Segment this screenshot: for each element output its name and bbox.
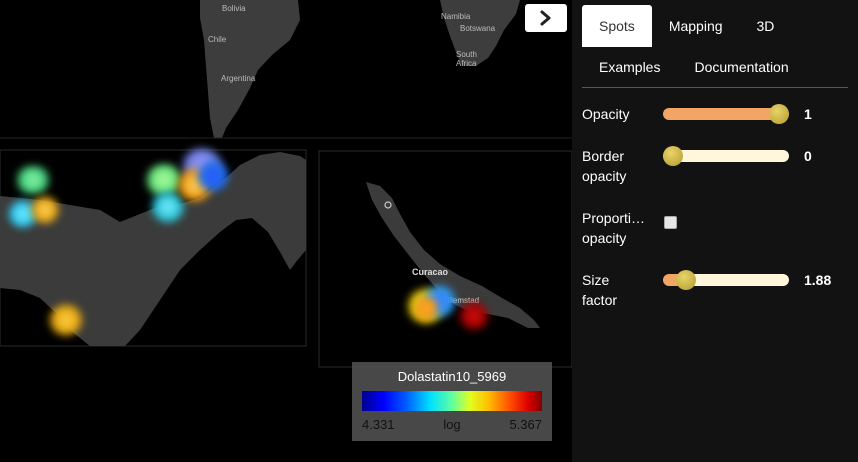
spot-marker[interactable] — [458, 302, 490, 330]
spot-marker[interactable] — [48, 304, 84, 336]
spot-marker[interactable] — [14, 166, 52, 194]
tab-examples[interactable]: Examples — [582, 47, 677, 87]
opacity-slider-thumb[interactable] — [769, 104, 789, 124]
size-factor-slider-thumb[interactable] — [675, 270, 696, 290]
tab-bar: Spots Mapping 3D — [582, 5, 791, 47]
legend-max: 5.367 — [509, 417, 542, 432]
chevron-right-icon — [540, 10, 551, 26]
size-factor-label: Size factor — [582, 270, 617, 310]
map-label-africa: Africa — [456, 59, 477, 68]
proportional-opacity-checkbox[interactable] — [664, 216, 677, 229]
map-viewport[interactable]: Bolivia Chile Argentina Namibia Botswana… — [0, 0, 572, 462]
map-label-namibia: Namibia — [441, 12, 471, 21]
border-opacity-slider[interactable] — [663, 146, 789, 166]
proportional-opacity-label: Proporti… opacity — [582, 208, 645, 248]
spot-marker[interactable] — [414, 296, 438, 320]
size-factor-label-line1: Size — [582, 272, 610, 288]
tab-mapping[interactable]: Mapping — [652, 5, 740, 47]
opacity-value: 1 — [804, 106, 812, 122]
border-opacity-label: Border opacity — [582, 146, 626, 186]
size-factor-value: 1.88 — [804, 272, 832, 288]
legend-title: Dolastatin10_5969 — [397, 369, 507, 384]
opacity-label: Opacity — [582, 106, 630, 122]
map-label-argentina: Argentina — [221, 74, 256, 83]
map-label-south: South — [456, 50, 477, 59]
tab-spots[interactable]: Spots — [582, 5, 652, 47]
tab-documentation[interactable]: Documentation — [677, 47, 805, 87]
opacity-slider[interactable] — [663, 104, 789, 124]
map-label-chile: Chile — [208, 35, 227, 44]
tab-3d[interactable]: 3D — [740, 5, 792, 47]
map-label-curacao: Curacao — [412, 267, 449, 277]
proportional-opacity-label-line1: Proporti… — [582, 210, 646, 226]
border-opacity-label-line2: opacity — [582, 168, 627, 184]
spot-marker[interactable] — [196, 160, 230, 192]
map-label-botswana: Botswana — [460, 24, 496, 33]
tab-bar-secondary: Examples Documentation — [582, 47, 806, 87]
proportional-opacity-label-line2: opacity — [582, 230, 627, 246]
settings-panel: Spots Mapping 3D Examples Documentation … — [572, 0, 858, 462]
tab-divider — [582, 87, 848, 88]
legend-scale: 4.331 log 5.367 — [362, 417, 542, 432]
legend-min: 4.331 — [362, 417, 395, 432]
border-opacity-value: 0 — [804, 148, 812, 164]
size-factor-slider[interactable] — [663, 270, 789, 290]
spot-marker[interactable] — [30, 196, 60, 224]
size-factor-label-line2: factor — [582, 292, 618, 308]
panel-toggle-button[interactable] — [525, 4, 567, 32]
color-legend: Dolastatin10_5969 4.331 log 5.367 — [352, 362, 552, 441]
legend-color-bar — [362, 391, 542, 411]
map-label-bolivia: Bolivia — [222, 4, 246, 13]
size-factor-slider-track — [685, 274, 789, 286]
border-opacity-label-line1: Border — [582, 148, 625, 164]
border-opacity-slider-thumb[interactable] — [663, 146, 683, 166]
legend-scale-type: log — [443, 417, 461, 432]
